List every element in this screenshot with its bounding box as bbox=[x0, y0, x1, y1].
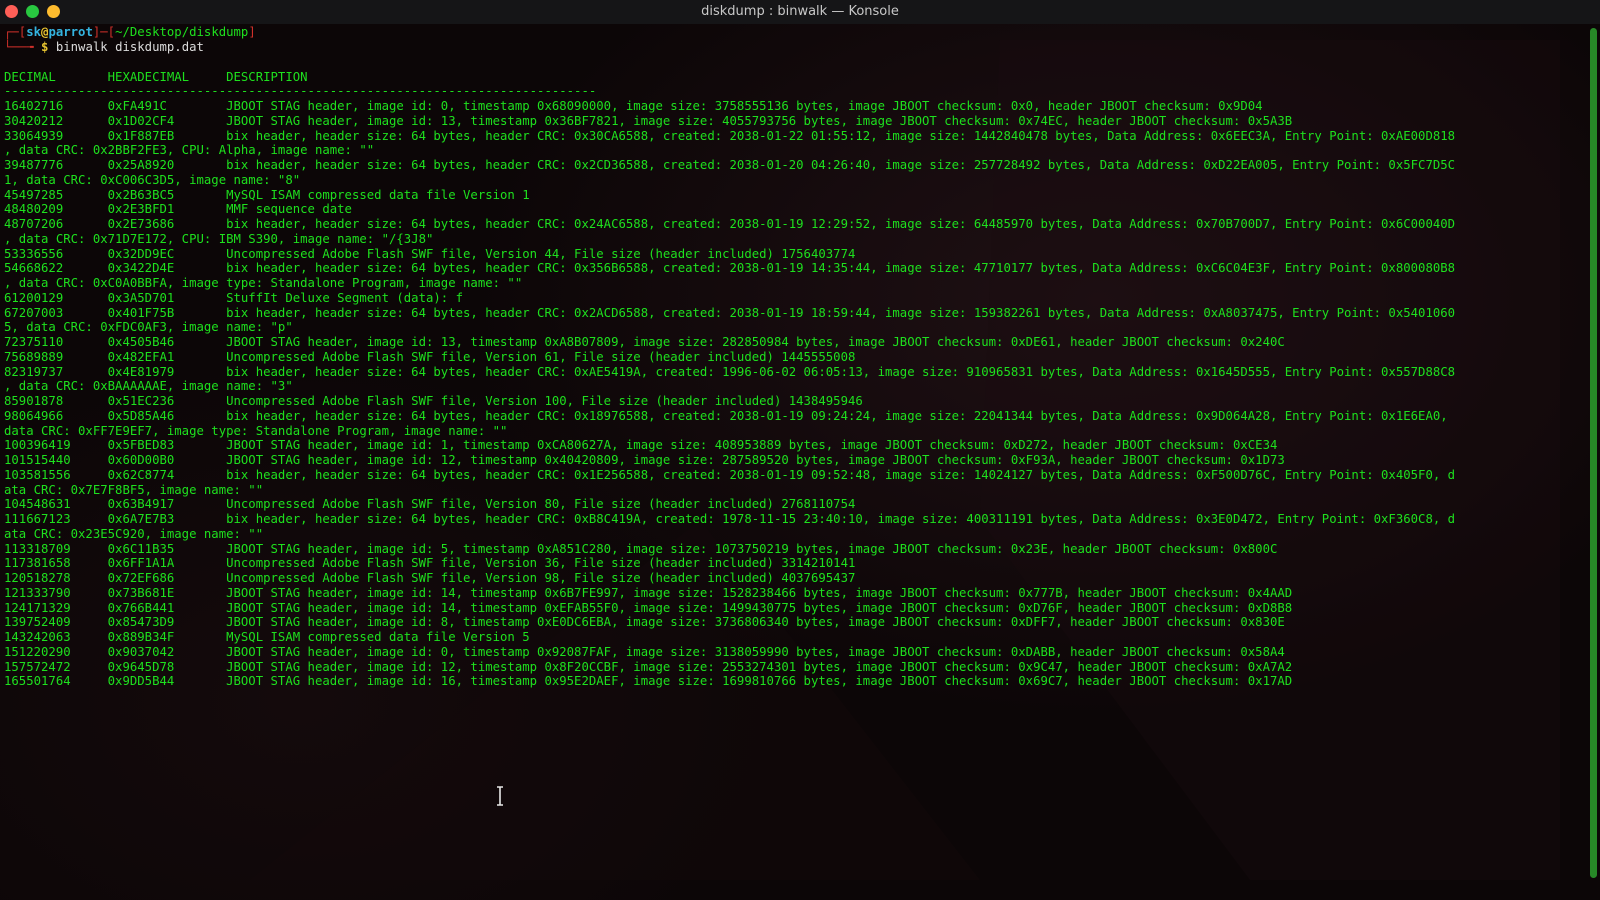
output-line: 100396419 0x5FBED83 JBOOT STAG header, i… bbox=[4, 438, 1278, 453]
output-line: 5, data CRC: 0xFDC0AF3, image name: "p" bbox=[4, 320, 293, 335]
scrollbar-thumb[interactable] bbox=[1590, 28, 1597, 878]
terminal-area[interactable]: ┌─[sk@parrot]─[~/Desktop/diskdump] └──╼ … bbox=[0, 24, 1585, 900]
output-line: 120518278 0x72EF686 Uncompressed Adobe F… bbox=[4, 571, 856, 585]
prompt-open: ┌─[ bbox=[4, 25, 27, 39]
output-line: 165501764 0x9DD5B44 JBOOT STAG header, i… bbox=[4, 674, 1293, 689]
output-line: data CRC: 0xFF7E9EF7, image type: Standa… bbox=[4, 423, 508, 438]
output-line: 111667123 0x6A7E7B3 bix header, header s… bbox=[4, 512, 1456, 526]
prompt-user: sk bbox=[26, 25, 42, 39]
output-line: 48480209 0x2E3BFD1 MMF sequence date bbox=[4, 202, 352, 217]
output-line: 139752409 0x85473D9 JBOOT STAG header, i… bbox=[4, 615, 1285, 630]
output-line: 143242063 0x889B34F MySQL ISAM compresse… bbox=[4, 630, 530, 644]
prompt-close: ] bbox=[248, 25, 256, 39]
output-line: 121333790 0x73B681E JBOOT STAG header, i… bbox=[4, 585, 1293, 600]
prompt-arrow: └──╼ bbox=[4, 40, 42, 54]
table-header: DECIMAL HEXADECIMAL DESCRIPTION bbox=[4, 70, 308, 84]
scrollbar[interactable] bbox=[1590, 28, 1597, 878]
output-line: 82319737 0x4E81979 bix header, header si… bbox=[4, 364, 1456, 379]
prompt-host: parrot bbox=[48, 25, 93, 39]
output-line: 53336556 0x32DD9EC Uncompressed Adobe Fl… bbox=[4, 246, 856, 261]
output-line: , data CRC: 0xC0A0BBFA, image type: Stan… bbox=[4, 276, 523, 290]
output-line: 98064966 0x5D85A46 bix header, header si… bbox=[4, 408, 1448, 423]
konsole-window: diskdump : binwalk — Konsole ┌─[sk@parro… bbox=[0, 0, 1600, 900]
output-line: 101515440 0x60D00B0 JBOOT STAG header, i… bbox=[4, 453, 1285, 467]
output-line: 157572472 0x9645D78 JBOOT STAG header, i… bbox=[4, 659, 1293, 674]
output-line: 45497285 0x2B63BC5 MySQL ISAM compressed… bbox=[4, 187, 530, 202]
output-line: , data CRC: 0x2BBF2FE3, CPU: Alpha, imag… bbox=[4, 143, 375, 158]
output-line: 16402716 0xFA491C JBOOT STAG header, ima… bbox=[4, 99, 1263, 113]
output-line: 61200129 0x3A5D701 StuffIt Deluxe Segmen… bbox=[4, 290, 464, 305]
table-separator: ----------------------------------------… bbox=[4, 84, 597, 98]
text-cursor-icon bbox=[497, 786, 503, 806]
output-line: 104548631 0x63B4917 Uncompressed Adobe F… bbox=[4, 497, 856, 512]
output-line: ata CRC: 0x23E5C920, image name: "" bbox=[4, 526, 264, 541]
window-title: diskdump : binwalk — Konsole bbox=[701, 4, 899, 19]
prompt-line-1: ┌─[sk@parrot]─[~/Desktop/diskdump] bbox=[4, 25, 256, 40]
output-line: 54668622 0x3422D4E bix header, header si… bbox=[4, 261, 1456, 276]
output-line: 30420212 0x1D02CF4 JBOOT STAG header, im… bbox=[4, 113, 1293, 128]
output-line: 67207003 0x401F75B bix header, header si… bbox=[4, 305, 1456, 320]
output-line: 124171329 0x766B441 JBOOT STAG header, i… bbox=[4, 600, 1293, 615]
prompt-sep: ]─[ bbox=[92, 25, 116, 39]
output-line: , data CRC: 0x71D7E172, CPU: IBM S390, i… bbox=[4, 231, 434, 246]
output-line: 48707206 0x2E73686 bix header, header si… bbox=[4, 217, 1456, 231]
output-line: 1, data CRC: 0xC006C3D5, image name: "8" bbox=[4, 172, 301, 187]
output-line: 151220290 0x9037042 JBOOT STAG header, i… bbox=[4, 644, 1285, 659]
output-line: 103581556 0x62C8774 bix header, header s… bbox=[4, 467, 1456, 482]
title-bar[interactable]: diskdump : binwalk — Konsole bbox=[0, 0, 1600, 24]
output-line: 113318709 0x6C11B35 JBOOT STAG header, i… bbox=[4, 541, 1278, 556]
command-text: binwalk diskdump.dat bbox=[48, 40, 204, 54]
output-line: 85901878 0x51EC236 Uncompressed Adobe Fl… bbox=[4, 394, 863, 408]
output-line: 39487776 0x25A8920 bix header, header si… bbox=[4, 158, 1456, 172]
output-line: 33064939 0x1F887EB bix header, header si… bbox=[4, 128, 1456, 143]
prompt-path: ~/Desktop/diskdump bbox=[115, 25, 249, 39]
output-line: ata CRC: 0x7E7F8BF5, image name: "" bbox=[4, 482, 264, 497]
output-line: 72375110 0x4505B46 JBOOT STAG header, im… bbox=[4, 335, 1285, 349]
output-line: 75689889 0x482EFA1 Uncompressed Adobe Fl… bbox=[4, 349, 856, 364]
output-line: , data CRC: 0xBAAAAAAE, image name: "3" bbox=[4, 379, 293, 394]
prompt-line-2: └──╼ $ binwalk diskdump.dat bbox=[4, 40, 204, 55]
output-line: 117381658 0x6FF1A1A Uncompressed Adobe F… bbox=[4, 556, 856, 571]
